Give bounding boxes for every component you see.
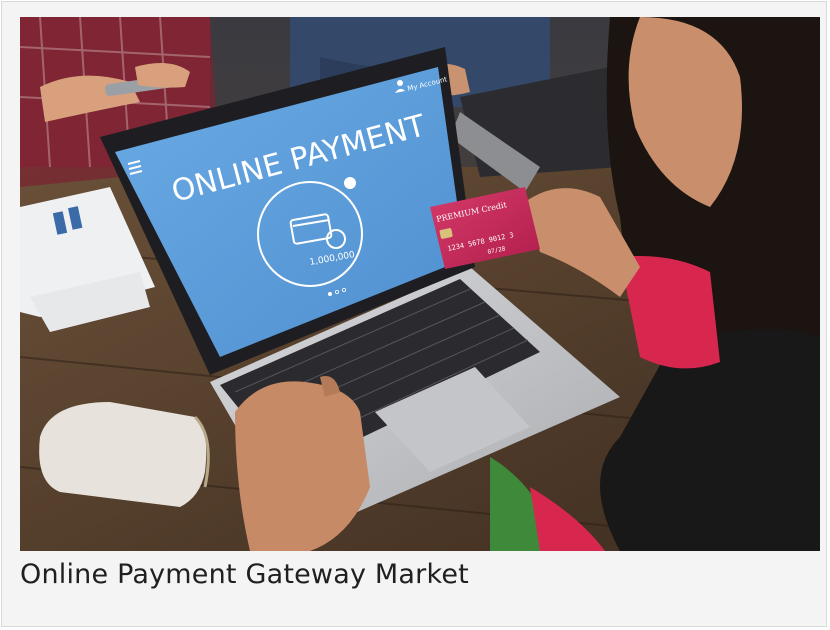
article-card[interactable]: My Account ONLINE PAYMENT 1,000,000 PREM… bbox=[1, 1, 827, 627]
hero-photo[interactable]: My Account ONLINE PAYMENT 1,000,000 PREM… bbox=[20, 17, 820, 551]
wallet bbox=[39, 402, 210, 507]
article-title[interactable]: Online Payment Gateway Market bbox=[20, 559, 469, 590]
